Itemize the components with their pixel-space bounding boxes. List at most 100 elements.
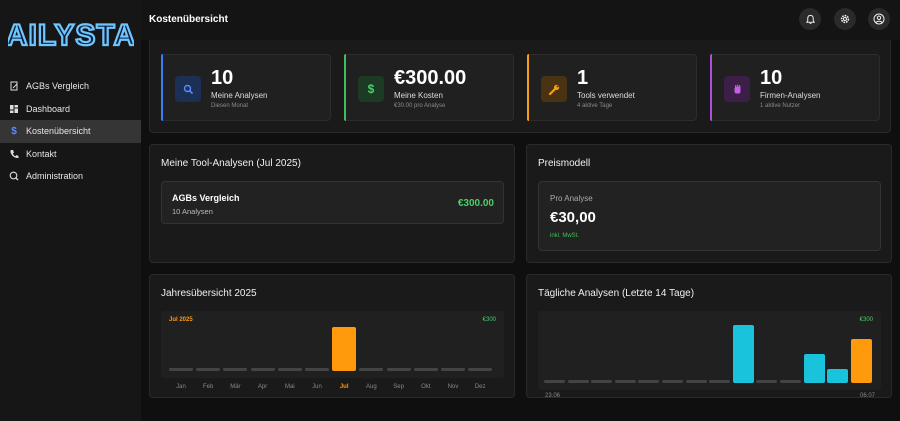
sidebar-item-label: AGBs Vergleich	[26, 81, 90, 92]
yearly-month-label: Okt	[421, 384, 431, 390]
stat-accent-bar	[710, 54, 712, 121]
daily-analyses-panel: Tägliche Analysen (Letzte 14 Tage) €300 …	[526, 274, 892, 399]
yearly-month-label: Aug	[366, 384, 377, 390]
daily-end-label: 06.07	[859, 393, 875, 399]
dollar-icon: $	[11, 125, 17, 137]
daily-bar-11	[780, 380, 801, 383]
daily-start-label: 23.06	[545, 393, 561, 399]
panel-title: Tägliche Analysen (Letzte 14 Tage)	[538, 288, 695, 299]
tool-analysis-item[interactable]: AGBs Vergleich 10 Analysen €300.00	[161, 181, 504, 224]
pricing-card: Pro Analyse €30,00 inkl. MwSt.	[538, 181, 881, 251]
sidebar-item-agbs-vergleich[interactable]: AGBs Vergleich	[0, 75, 141, 98]
panel-title: Preismodell	[538, 158, 591, 169]
stat-value: €300.00	[394, 67, 467, 89]
yearly-bar-jan	[169, 368, 193, 371]
sidebar: AILYSTA AGBs Vergleich Dashboard $ Koste…	[0, 0, 141, 421]
sidebar-item-label: Dashboard	[26, 103, 71, 114]
tool-name: AGBs Vergleich	[172, 193, 240, 203]
logo-text: AILYSTA	[8, 19, 134, 52]
yearly-month-label: Feb	[203, 384, 214, 390]
sidebar-item-dashboard[interactable]: Dashboard	[0, 98, 141, 121]
notifications-button[interactable]	[799, 8, 821, 30]
pricing-note: inkl. MwSt.	[550, 233, 580, 239]
document-icon	[9, 81, 19, 91]
daily-bar-8	[709, 380, 731, 383]
account-button[interactable]	[868, 8, 890, 30]
top-header: Kostenübersicht	[141, 0, 900, 40]
tool-analyses-panel: Meine Tool-Analysen (Jul 2025) AGBs Verg…	[149, 144, 515, 263]
yearly-month-label: Jan	[176, 384, 186, 390]
yearly-month-label: Mai	[284, 384, 295, 390]
sidebar-item-administration[interactable]: Administration	[0, 165, 141, 188]
sidebar-item-label: Administration	[26, 171, 84, 182]
settings-button[interactable]	[834, 8, 856, 30]
sidebar-nav: AGBs Vergleich Dashboard $ Kostenübersic…	[0, 75, 141, 188]
yearly-bar-dez	[468, 368, 493, 371]
daily-bar-13	[827, 369, 849, 383]
yearly-bar-apr	[250, 368, 275, 371]
yearly-overview-panel: Jahresübersicht 2025 Jul 2025 €300 Jan Fe…	[149, 274, 515, 398]
yearly-max-label: €300	[482, 317, 496, 323]
tool-cost: €300.00	[457, 198, 494, 209]
panel-title: Meine Tool-Analysen (Jul 2025)	[161, 158, 301, 169]
daily-bar-3	[591, 380, 613, 383]
yearly-month-label: Mär	[230, 384, 241, 390]
stat-accent-bar	[344, 54, 346, 121]
daily-max-label: €300	[859, 317, 873, 323]
daily-chart: €300 23.06 06.07	[538, 311, 881, 399]
daily-bar-6	[662, 380, 683, 383]
admin-icon	[9, 171, 19, 181]
dollar-icon: $	[358, 76, 384, 102]
sidebar-item-label: Kostenübersicht	[26, 126, 91, 137]
stat-label: Meine Kosten	[394, 91, 443, 100]
yearly-month-label: Sep	[393, 384, 404, 390]
stat-sub: €30.00 pro Analyse	[394, 103, 446, 109]
app-root: AILYSTA AGBs Vergleich Dashboard $ Koste…	[0, 0, 900, 421]
yearly-month-label: Nov	[447, 384, 459, 390]
yearly-bar-sep	[386, 368, 411, 371]
yearly-bar-feb	[196, 368, 221, 371]
yearly-bar-okt	[413, 368, 438, 371]
hand-icon	[724, 76, 750, 102]
tool-count: 10 Analysen	[172, 207, 213, 216]
yearly-bar-mai	[277, 368, 302, 371]
page-title: Kostenübersicht	[149, 14, 228, 25]
stat-accent-bar	[527, 54, 529, 121]
sidebar-item-label: Kontakt	[26, 148, 57, 159]
stat-accent-bar	[161, 54, 163, 121]
yearly-month-label: Apr	[257, 384, 268, 390]
stat-label: Tools verwendet	[577, 91, 635, 100]
stat-sub: Diesen Monat	[211, 103, 249, 109]
bell-icon	[805, 14, 815, 24]
user-icon	[873, 13, 885, 25]
daily-bar-14	[850, 338, 872, 383]
ailysta-logo[interactable]: AILYSTA	[8, 14, 134, 54]
sidebar-item-kontakt[interactable]: Kontakt	[0, 143, 141, 166]
gear-icon	[840, 14, 850, 24]
yearly-bar-jul	[332, 327, 357, 371]
yearly-chart: Jul 2025 €300	[161, 311, 504, 378]
stat-value: 1	[577, 67, 589, 89]
yearly-highlight-label: Jul 2025	[169, 317, 193, 323]
daily-bar-9	[732, 325, 754, 383]
daily-bar-12	[803, 354, 825, 383]
sidebar-item-kostenuebersicht[interactable]: $ Kostenübersicht	[0, 120, 141, 143]
stat-label: Meine Analysen	[211, 91, 268, 100]
dashboard-icon	[9, 104, 19, 114]
stat-value: 10	[211, 67, 234, 89]
main-content: 10 Meine Analysen Diesen Monat $ €300.00…	[141, 40, 900, 421]
daily-bar-4	[614, 380, 636, 383]
daily-bar-2	[567, 380, 589, 383]
yearly-bar-aug	[359, 368, 384, 371]
wrench-icon	[541, 76, 567, 102]
stat-sub: 1 aktive Nutzer	[760, 103, 801, 109]
panel-title: Jahresübersicht 2025	[161, 288, 257, 299]
stat-card-kosten: $ €300.00 Meine Kosten €30.00 pro Analys…	[344, 54, 514, 121]
stat-card-analysen: 10 Meine Analysen Diesen Monat	[161, 54, 331, 121]
daily-bar-5	[638, 380, 660, 383]
pricing-label: Pro Analyse	[550, 194, 593, 203]
yearly-month-label: Jul	[339, 384, 349, 390]
stat-sub: 4 aktive Tage	[577, 103, 613, 109]
search-icon	[175, 76, 201, 102]
yearly-month-label: Jun	[312, 384, 322, 390]
